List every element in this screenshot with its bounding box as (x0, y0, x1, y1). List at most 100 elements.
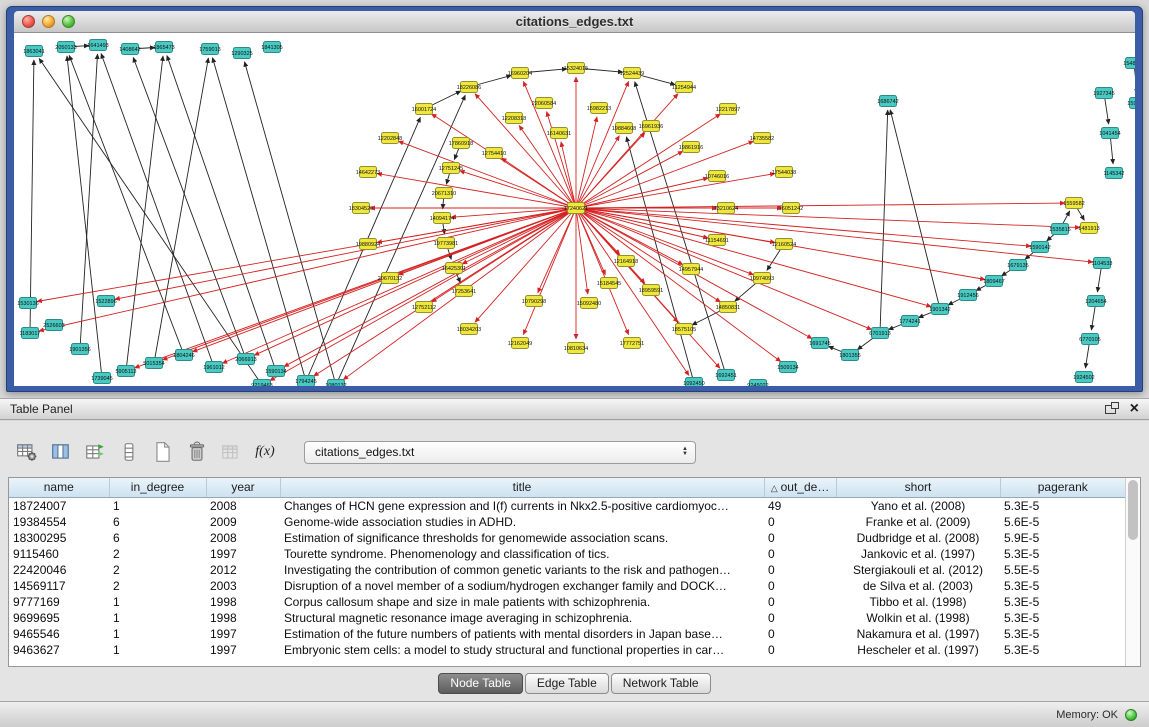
cell-title[interactable]: Investigating the contribution of common… (280, 562, 764, 578)
cell-name[interactable]: 14569117 (9, 578, 109, 594)
graph-node[interactable]: 18575105 (672, 324, 696, 335)
cell-pagerank[interactable]: 5.3E-5 (1000, 642, 1125, 658)
graph-node[interactable]: 12202848 (378, 133, 402, 144)
graph-node[interactable]: 1801355 (839, 350, 860, 361)
table-selector-combo[interactable]: citations_edges.txt ▲▼ (304, 441, 696, 464)
graph-node[interactable]: 1841305 (261, 42, 282, 53)
graph-node[interactable]: 17240621 (564, 203, 588, 214)
cell-year[interactable]: 2012 (206, 562, 280, 578)
graph-node[interactable]: 1408642 (119, 44, 140, 55)
table-row[interactable]: 1872400712008Changes of HCN gene express… (9, 497, 1125, 514)
cell-pagerank[interactable]: 5.3E-5 (1000, 546, 1125, 562)
column-header-in_degree[interactable]: in_degree (109, 478, 206, 497)
cell-title[interactable]: Corpus callosum shape and size in male p… (280, 594, 764, 610)
graph-node[interactable]: 22060584 (532, 98, 556, 109)
cell-short[interactable]: Franke et al. (2009) (836, 514, 1000, 530)
cell-name[interactable]: 19384554 (9, 514, 109, 530)
graph-node[interactable]: 2066913 (235, 354, 256, 365)
graph-node[interactable]: 1522896 (95, 296, 116, 307)
graph-node[interactable]: 12754410 (482, 148, 506, 159)
cell-out_degree[interactable]: 49 (764, 497, 836, 514)
table-settings-icon[interactable] (14, 439, 40, 465)
graph-edge[interactable] (39, 208, 576, 331)
cell-pagerank[interactable]: 5.3E-5 (1000, 578, 1125, 594)
cell-name[interactable]: 9115460 (9, 546, 109, 562)
table-row[interactable]: 911546021997Tourette syndrome. Phenomeno… (9, 546, 1125, 562)
graph-node[interactable]: 5905113 (115, 366, 136, 377)
graph-node[interactable]: 1080132 (325, 380, 346, 387)
graph-node[interactable]: 9219463 (251, 380, 272, 387)
graph-node[interactable]: 16140631 (547, 128, 571, 139)
graph-node[interactable]: 1509134 (777, 362, 798, 373)
graph-node[interactable]: 18034203 (457, 324, 481, 335)
cell-name[interactable]: 9777169 (9, 594, 109, 610)
graph-node[interactable]: 11154691 (705, 235, 729, 246)
cell-pagerank[interactable]: 5.9E-5 (1000, 530, 1125, 546)
graph-node[interactable]: 1559582 (1063, 198, 1084, 209)
graph-node[interactable]: 1679135 (1007, 260, 1028, 271)
cell-name[interactable]: 22420046 (9, 562, 109, 578)
cell-pagerank[interactable]: 5.3E-5 (1000, 594, 1125, 610)
cell-title[interactable]: Estimation of significance thresholds fo… (280, 530, 764, 546)
cell-name[interactable]: 18724007 (9, 497, 109, 514)
graph-edge[interactable] (254, 208, 576, 355)
graph-node[interactable]: 1912456 (957, 290, 978, 301)
zoom-window-button[interactable] (62, 15, 75, 28)
graph-node[interactable]: 20671310 (432, 188, 456, 199)
cell-out_degree[interactable]: 0 (764, 530, 836, 546)
column-header-short[interactable]: short (836, 478, 1000, 497)
graph-node[interactable]: 2050133 (55, 42, 76, 53)
cell-in_degree[interactable]: 2 (109, 546, 206, 562)
graph-node[interactable]: 19861916 (679, 142, 703, 153)
graph-node[interactable]: 20670132 (378, 273, 402, 284)
graph-edge[interactable] (576, 117, 597, 208)
cell-pagerank[interactable]: 5.3E-5 (1000, 497, 1125, 514)
graph-edge[interactable] (576, 178, 708, 208)
graph-edge[interactable] (547, 112, 576, 208)
graph-node[interactable]: 14094174 (430, 213, 454, 224)
column-header-pagerank[interactable]: pagerank (1000, 478, 1125, 497)
graph-node[interactable]: 6770105 (1079, 334, 1100, 345)
graph-node[interactable]: 15982213 (587, 103, 611, 114)
graph-node[interactable]: 12208318 (502, 113, 526, 124)
cell-title[interactable]: Structural magnetic resonance image aver… (280, 610, 764, 626)
graph-node[interactable]: 2526603 (43, 320, 64, 331)
graph-node[interactable]: 5015354 (143, 358, 164, 369)
table-row[interactable]: 969969511998Structural magnetic resonanc… (9, 610, 1125, 626)
graph-node[interactable]: 1183017 (19, 328, 40, 339)
cell-year[interactable]: 2008 (206, 530, 280, 546)
cell-short[interactable]: Tibbo et al. (1998) (836, 594, 1000, 610)
graph-node[interactable]: 1961012 (203, 362, 224, 373)
cell-title[interactable]: Genome-wide association studies in ADHD. (280, 514, 764, 530)
cell-short[interactable]: Wolkin et al. (1998) (836, 610, 1000, 626)
graph-node[interactable]: 15092480 (577, 298, 601, 309)
cell-out_degree[interactable]: 0 (764, 546, 836, 562)
cell-out_degree[interactable]: 0 (764, 594, 836, 610)
tab-network-table[interactable]: Network Table (611, 673, 711, 694)
cell-name[interactable]: 9465546 (9, 626, 109, 642)
table-row[interactable]: 2242004622012Investigating the contribut… (9, 562, 1125, 578)
table-row[interactable]: 946554611997Estimation of the future num… (9, 626, 1125, 642)
table-row[interactable]: 1456911722003Disruption of a novel membe… (9, 578, 1125, 594)
graph-node[interactable]: 12164918 (614, 256, 638, 267)
cell-out_degree[interactable]: 0 (764, 578, 836, 594)
import-table-icon[interactable] (218, 439, 244, 465)
graph-edge[interactable] (154, 58, 208, 363)
network-window-titlebar[interactable]: citations_edges.txt (14, 11, 1135, 33)
table-row[interactable]: 977716911998Corpus callosum shape and si… (9, 594, 1125, 610)
graph-node[interactable]: 19884608 (612, 123, 636, 134)
graph-node[interactable]: 17860918 (449, 138, 473, 149)
close-panel-icon[interactable]: × (1130, 402, 1139, 416)
graph-node[interactable]: 14642273 (356, 167, 380, 178)
graph-node[interactable]: 9245022 (747, 380, 768, 387)
edit-table-icon[interactable] (82, 439, 108, 465)
cell-pagerank[interactable]: 5.6E-5 (1000, 514, 1125, 530)
graph-node[interactable]: 16960204 (508, 68, 532, 79)
cell-out_degree[interactable]: 0 (764, 514, 836, 530)
function-builder-icon[interactable]: f(x) (252, 439, 278, 465)
graph-node[interactable]: 18226086 (457, 82, 481, 93)
graph-node[interactable]: 1924502 (1073, 372, 1094, 383)
graph-edge[interactable] (133, 57, 246, 359)
scrollbar-thumb[interactable] (1128, 480, 1138, 540)
cell-in_degree[interactable]: 1 (109, 642, 206, 658)
